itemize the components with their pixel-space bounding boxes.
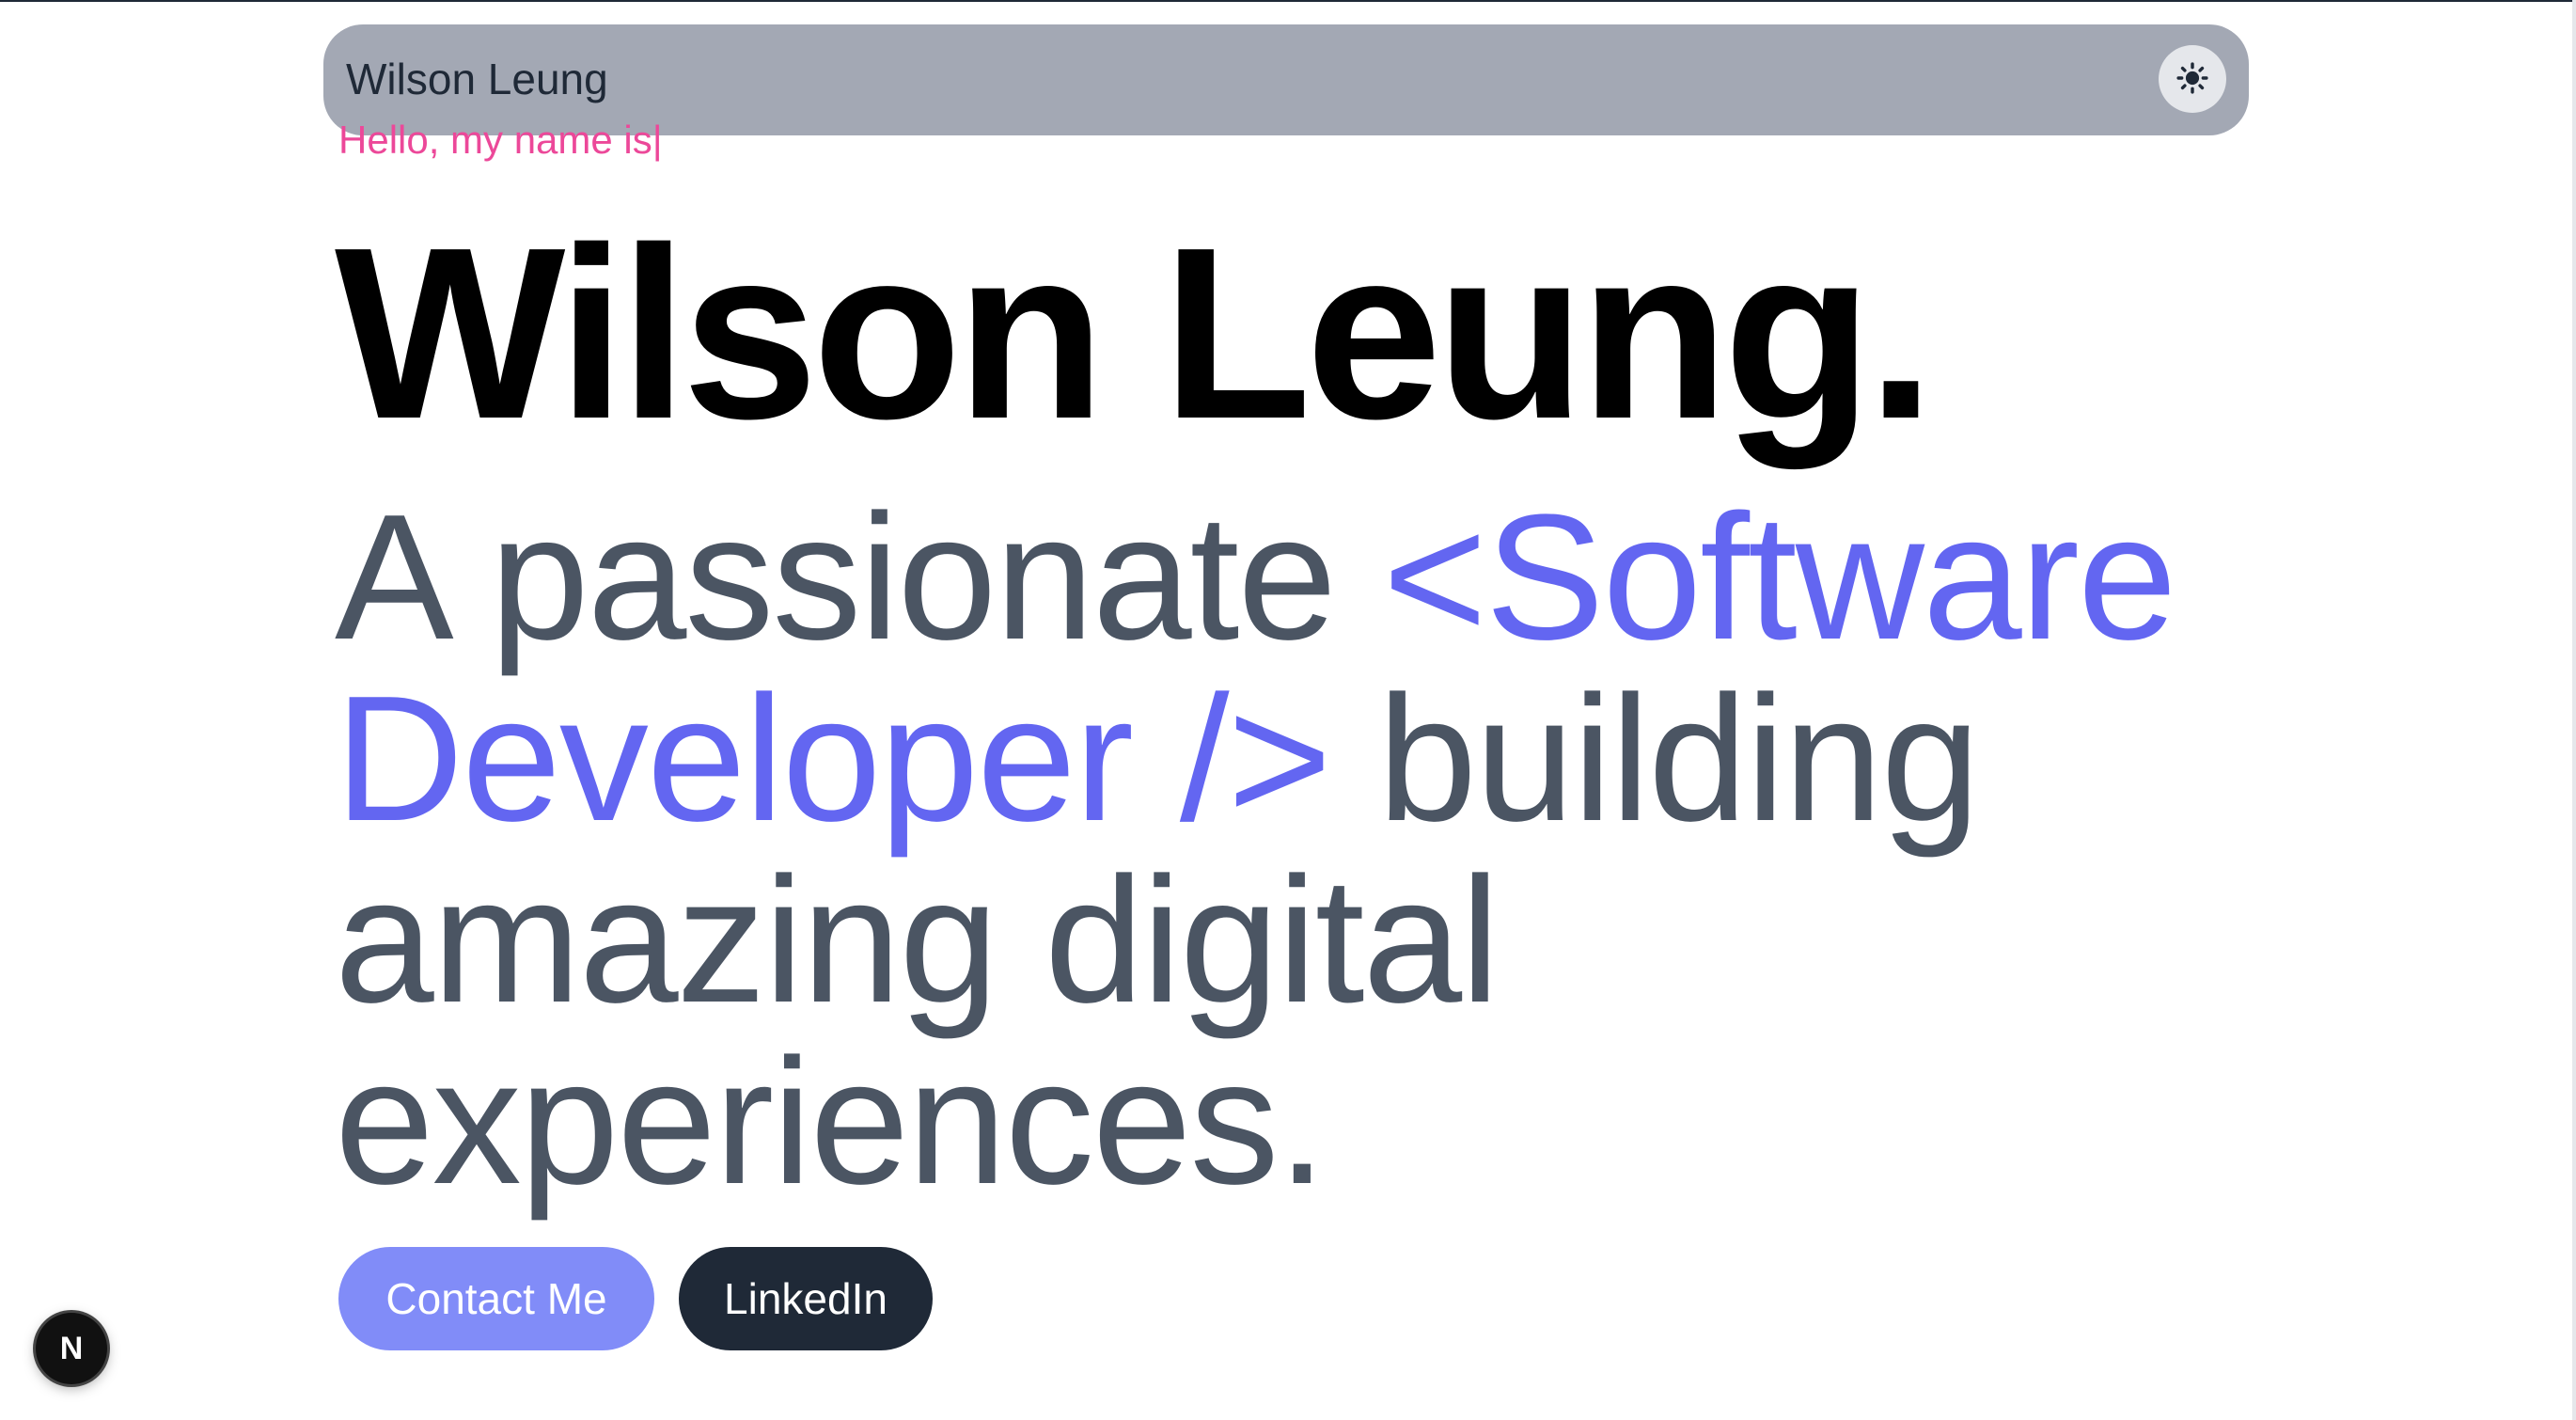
- brand-link[interactable]: Wilson Leung: [346, 53, 608, 105]
- linkedin-button[interactable]: LinkedIn: [679, 1247, 933, 1350]
- theme-toggle-button[interactable]: [2159, 45, 2226, 113]
- tagline-prefix: A passionate: [335, 478, 1383, 677]
- typing-caret: |: [652, 118, 663, 162]
- contact-me-button[interactable]: Contact Me: [338, 1247, 654, 1350]
- scrollbar-track[interactable]: [2572, 0, 2576, 1420]
- nextjs-icon[interactable]: N: [36, 1313, 107, 1384]
- dev-badge-letter: N: [59, 1330, 84, 1366]
- greeting-typewriter: Hello, my name is|: [338, 117, 663, 164]
- hero-name: Wilson Leung.: [335, 197, 1935, 470]
- sun-icon: [2176, 61, 2208, 97]
- hero-tagline: A passionate <Software Developer /> buil…: [335, 487, 2253, 1213]
- window-top-border: [0, 0, 2576, 2]
- greeting-text: Hello, my name is: [338, 118, 652, 162]
